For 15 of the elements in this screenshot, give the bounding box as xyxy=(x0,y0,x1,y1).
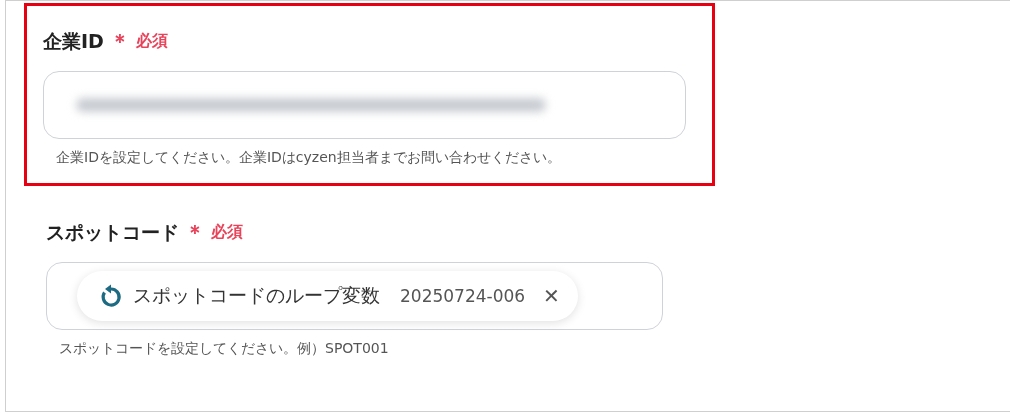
field-hint: 企業IDを設定してください。企業IDはcyzen担当者までお問い合わせください。 xyxy=(55,149,562,167)
close-button[interactable]: ✕ xyxy=(535,284,560,308)
field-hint: スポットコードを設定してください。例）SPOT001 xyxy=(58,340,390,358)
loop-icon xyxy=(99,284,123,308)
required-mark: ＊ xyxy=(185,219,205,246)
required-label: 必須 xyxy=(135,31,168,52)
chip-sample-value: 20250724-006 xyxy=(400,286,526,306)
variable-chip[interactable]: スポットコードのループ変数 20250724-006 ✕ xyxy=(77,271,578,321)
input-field[interactable] xyxy=(43,71,686,139)
required-label: 必須 xyxy=(211,222,243,243)
field-label: 企業ID xyxy=(43,28,104,54)
field-label: スポットコード xyxy=(46,219,179,245)
chip-label: スポットコードのループ変数 xyxy=(133,283,380,308)
required-mark: ＊ xyxy=(109,28,130,55)
input-field[interactable]: スポットコードのループ変数 20250724-006 ✕ xyxy=(46,262,663,330)
